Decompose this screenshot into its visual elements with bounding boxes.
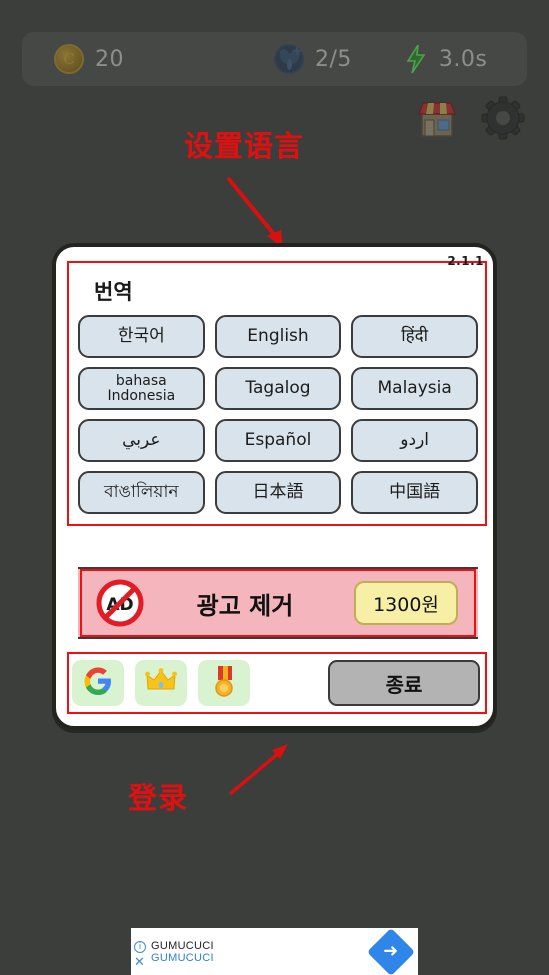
language-button-chinese[interactable]: 中国語 xyxy=(351,471,478,514)
translate-dialog: 2.1.1 번역 한국어 English हिंदी bahasa Indone… xyxy=(52,243,497,730)
ad-cta-button[interactable]: ➜ xyxy=(366,927,416,975)
hud-coins: 20 xyxy=(54,44,124,74)
info-icon[interactable]: i xyxy=(134,941,146,953)
language-button-indonesian[interactable]: bahasa Indonesia xyxy=(78,367,205,410)
bottom-ad-banner[interactable]: i ✕ GUMUCUCI GUMUCUCI ➜ xyxy=(131,927,418,975)
hud-lives: + 2/5 xyxy=(274,44,352,74)
annotation-set-language: 设置语言 xyxy=(184,129,305,163)
ad-banner-marks: i ✕ xyxy=(131,928,151,975)
annotation-login: 登录 xyxy=(128,781,189,815)
arrow-right-icon: ➜ xyxy=(383,940,399,962)
hud-timer: 3.0s xyxy=(404,44,487,74)
lives-count: 2/5 xyxy=(315,46,352,72)
language-button-korean[interactable]: 한국어 xyxy=(78,315,205,358)
ad-banner-title: GUMUCUCI xyxy=(151,939,214,952)
language-button-japanese[interactable]: 日本語 xyxy=(214,471,342,514)
dialog-title: 번역 xyxy=(94,280,133,304)
fly-body xyxy=(287,59,292,70)
language-button-spanish[interactable]: Español xyxy=(214,419,342,462)
shop-icon[interactable] xyxy=(413,94,461,142)
hud-stats-bar: 20 + 2/5 3.0s xyxy=(22,32,527,86)
fly-icon: + xyxy=(274,44,304,74)
language-button-arabic[interactable]: عربي xyxy=(78,419,205,462)
ad-banner-subtitle: GUMUCUCI xyxy=(151,951,214,964)
language-grid: 한국어 English हिंदी bahasa Indonesia Tagal… xyxy=(78,315,478,514)
lightning-bolt-icon xyxy=(404,44,428,74)
coin-count: 20 xyxy=(95,46,124,72)
annotation-arrow-to-login xyxy=(228,744,288,796)
game-screen: 20 + 2/5 3.0s xyxy=(0,0,549,975)
language-button-tagalog[interactable]: Tagalog xyxy=(214,367,342,410)
plus-badge-icon: + xyxy=(291,43,303,59)
coin-icon xyxy=(54,44,84,74)
gear-icon[interactable] xyxy=(479,94,527,142)
language-button-bengali[interactable]: বাঙালিয়ান xyxy=(78,471,205,514)
close-icon[interactable]: ✕ xyxy=(134,956,145,969)
version-label: 2.1.1 xyxy=(447,254,484,268)
ad-banner-text: GUMUCUCI GUMUCUCI xyxy=(151,940,374,964)
language-button-english[interactable]: English xyxy=(214,315,342,358)
language-button-malaysia[interactable]: Malaysia xyxy=(351,367,478,410)
timer-value: 3.0s xyxy=(438,46,488,72)
annotation-box-remove-ads xyxy=(80,569,476,637)
annotation-box-login xyxy=(67,652,487,714)
hud-icon-row xyxy=(413,94,527,142)
language-button-hindi[interactable]: हिंदी xyxy=(351,315,478,358)
language-button-urdu[interactable]: اردو xyxy=(351,419,478,462)
